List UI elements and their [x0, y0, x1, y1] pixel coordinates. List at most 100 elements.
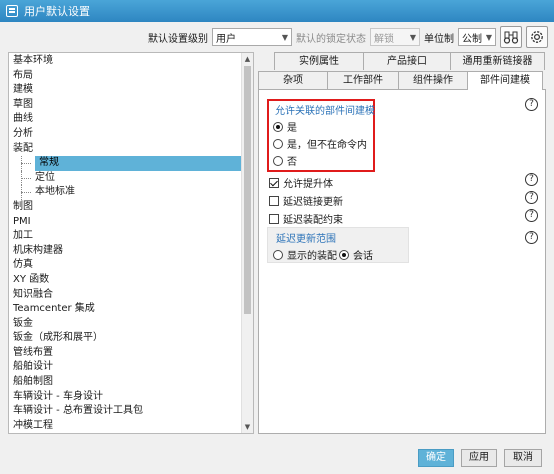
- tree-item-label: 分析: [13, 127, 33, 139]
- tree-item[interactable]: 建模: [9, 83, 253, 98]
- tree-item[interactable]: 船舶设计: [9, 360, 253, 375]
- tree-item[interactable]: 分析: [9, 127, 253, 142]
- tree-item[interactable]: 机床构建器: [9, 244, 253, 259]
- tree-item[interactable]: 曲线: [9, 112, 253, 127]
- category-tree: 基本环境 布局 建模草图 曲线分析装配 常规 定位本地标准 制图 PMI 加工 机床构建器仿真 XY…: [8, 52, 254, 434]
- tree-item[interactable]: 装配: [9, 142, 253, 157]
- tree-item[interactable]: 常规: [9, 156, 253, 171]
- option-yes-not-in-command-label: 是，但不在命令内: [287, 140, 367, 151]
- help-icon[interactable]: ?: [525, 98, 538, 111]
- unit-value: 公制: [462, 33, 482, 45]
- help-icon[interactable]: ?: [525, 209, 538, 222]
- tab-work-part[interactable]: 工作部件: [327, 71, 399, 89]
- level-select[interactable]: 用户 ▼: [212, 28, 292, 46]
- update-scope-group: 延迟更新范围 显示的装配 会话: [267, 227, 409, 263]
- option-yes[interactable]: 是: [273, 119, 297, 134]
- tab-instance-attributes[interactable]: 实例属性: [274, 52, 364, 70]
- tree-item-label: 车辆设计 - 总布置设计工具包: [13, 405, 143, 417]
- radio-yes-not-in-command[interactable]: [273, 138, 283, 149]
- tree-item[interactable]: 仿真: [9, 258, 253, 273]
- tree-item-label: 冲模工程: [13, 419, 53, 431]
- tree-item[interactable]: 知识融合: [9, 288, 253, 303]
- scope-displayed-assembly-label: 显示的装配: [287, 251, 337, 262]
- tree-item-label: 制图: [13, 200, 33, 212]
- lock-select[interactable]: 解锁 ▼: [370, 28, 420, 46]
- tree-item-label: 钣金: [13, 317, 33, 329]
- level-label: 默认设置级别: [148, 33, 208, 45]
- chevron-down-icon: ▼: [281, 32, 288, 42]
- help-icon[interactable]: ?: [525, 231, 538, 244]
- tree-item[interactable]: 制图: [9, 200, 253, 215]
- tree-item[interactable]: 定位: [9, 170, 253, 186]
- tree-item[interactable]: 本地标准: [9, 185, 253, 200]
- tree-item[interactable]: XY 函数: [9, 273, 253, 288]
- find-button[interactable]: [500, 26, 522, 48]
- scope-displayed-assembly[interactable]: 显示的装配: [273, 247, 337, 262]
- radio-yes[interactable]: [273, 121, 283, 132]
- tree-item[interactable]: 加工: [9, 229, 253, 244]
- scope-session-label: 会话: [353, 251, 373, 262]
- tree-item[interactable]: 管线布置: [9, 346, 253, 361]
- tree-item-label: 曲线: [13, 113, 33, 125]
- tab-product-interface[interactable]: 产品接口: [363, 52, 451, 70]
- tree-item[interactable]: PMI: [9, 215, 253, 230]
- associative-modeling-title: 允许关联的部件间建模: [275, 106, 375, 117]
- tree-item[interactable]: 冲模设计: [9, 433, 253, 434]
- delay-link-update-checkbox[interactable]: [269, 195, 279, 206]
- tree-item[interactable]: 船舶制图: [9, 375, 253, 390]
- option-no-label: 否: [287, 157, 297, 168]
- chevron-down-icon: ▼: [485, 32, 492, 42]
- top-toolbar: 默认设置级别 用户 ▼ 默认的锁定状态 解锁 ▼ 单位制 公制 ▼: [0, 22, 554, 52]
- tree-item-label: 船舶设计: [13, 361, 53, 373]
- scroll-up-icon[interactable]: ▲: [242, 53, 253, 65]
- gear-icon: [531, 31, 543, 43]
- lock-value: 解锁: [374, 33, 394, 45]
- delay-assembly-constraints-checkbox[interactable]: [269, 213, 279, 224]
- binoculars-icon: [503, 31, 519, 44]
- tab-component-operations[interactable]: 组件操作: [398, 71, 468, 89]
- tab-general-relinker[interactable]: 通用重新链接器: [450, 52, 545, 70]
- tree-item-label: 定位: [35, 171, 55, 183]
- allow-promote-checkbox[interactable]: [269, 177, 279, 188]
- unit-label: 单位制: [424, 33, 454, 45]
- tree-item-label: 机床构建器: [13, 244, 63, 256]
- delay-link-update-row[interactable]: 延迟链接更新: [269, 193, 343, 208]
- tree-item[interactable]: 冲模工程: [9, 419, 253, 433]
- tree-item-label: 管线布置: [13, 346, 53, 358]
- help-icon[interactable]: ?: [525, 191, 538, 204]
- tree-item[interactable]: 车辆设计 - 车身设计: [9, 390, 253, 405]
- option-yes-not-in-command[interactable]: 是，但不在命令内: [273, 136, 367, 151]
- radio-session[interactable]: [339, 249, 349, 260]
- scope-session[interactable]: 会话: [339, 247, 373, 262]
- delay-assembly-constraints-row[interactable]: 延迟装配约束: [269, 211, 343, 226]
- allow-promote-label: 允许提升体: [283, 179, 333, 190]
- settings-button[interactable]: [526, 26, 548, 48]
- tab-misc[interactable]: 杂项: [258, 71, 328, 89]
- tree-item-label: 船舶制图: [13, 376, 53, 388]
- tree-scrollbar[interactable]: ▲ ▼: [241, 53, 253, 433]
- allow-promote-row[interactable]: 允许提升体: [269, 175, 333, 190]
- tree-item[interactable]: Teamcenter 集成: [9, 302, 253, 317]
- tab-interpart-modeling[interactable]: 部件间建模: [467, 71, 543, 90]
- radio-displayed-assembly[interactable]: [273, 249, 283, 260]
- scroll-down-icon[interactable]: ▼: [242, 421, 253, 433]
- tree-item[interactable]: 布局: [9, 69, 253, 84]
- ok-button[interactable]: 确定: [418, 449, 454, 467]
- tree-item[interactable]: 草图: [9, 98, 253, 113]
- unit-select[interactable]: 公制 ▼: [458, 28, 496, 46]
- option-yes-label: 是: [287, 123, 297, 134]
- radio-no[interactable]: [273, 155, 283, 166]
- tree-item-label: 知识融合: [13, 288, 53, 300]
- help-icon[interactable]: ?: [525, 173, 538, 186]
- apply-button[interactable]: 应用: [461, 449, 497, 467]
- tree-list: 基本环境 布局 建模草图 曲线分析装配 常规 定位本地标准 制图 PMI 加工 机床构建器仿真 XY…: [9, 53, 253, 434]
- tree-item[interactable]: 车辆设计 - 总布置设计工具包: [9, 404, 253, 419]
- tree-item[interactable]: 钣金: [9, 317, 253, 332]
- tree-item[interactable]: 基本环境: [9, 54, 253, 69]
- tree-item-label: 仿真: [13, 259, 33, 271]
- scroll-thumb[interactable]: [244, 66, 251, 314]
- option-no[interactable]: 否: [273, 153, 297, 168]
- tree-item[interactable]: 钣金（成形和展平）: [9, 331, 253, 346]
- cancel-button[interactable]: 取消: [504, 449, 542, 467]
- tree-item-label: 建模: [13, 84, 33, 96]
